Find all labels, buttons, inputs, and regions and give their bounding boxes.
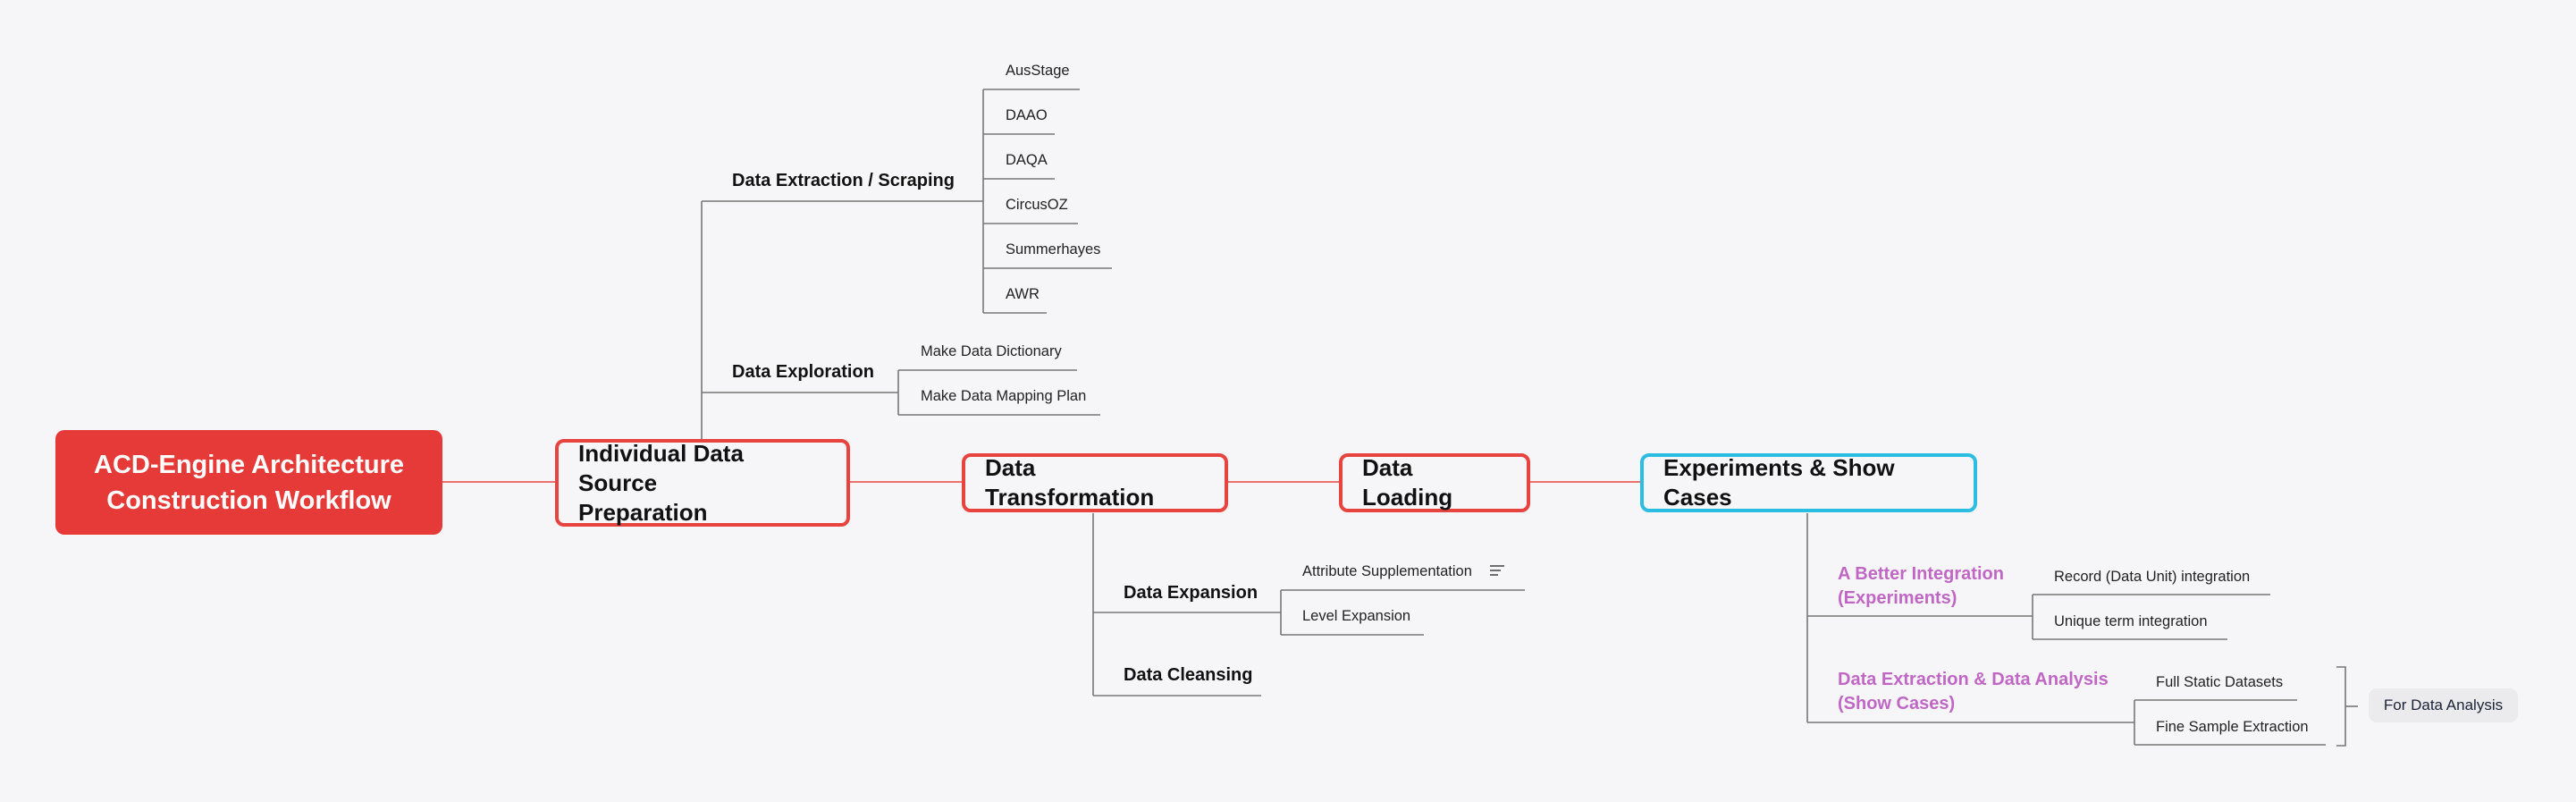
source-item[interactable]: DAAO (1006, 107, 1048, 124)
integration-item[interactable]: Unique term integration (2054, 613, 2208, 630)
topic-label-line1: Data Extraction & Data Analysis (1838, 670, 2109, 689)
notes-icon[interactable] (1490, 563, 1505, 580)
analysis-item[interactable]: Full Static Datasets (2156, 674, 2283, 691)
source-item[interactable]: CircusOZ (1006, 197, 1068, 214)
stage-label: Data Transformation (985, 454, 1155, 511)
summary-for-data-analysis[interactable]: For Data Analysis (2369, 688, 2518, 722)
topic-data-extraction-scraping[interactable]: Data Extraction / Scraping (732, 171, 955, 191)
stage-data-transformation[interactable]: Data Transformation (962, 453, 1228, 512)
topic-data-cleansing[interactable]: Data Cleansing (1124, 665, 1252, 686)
topic-label-line2: (Experiments) (1838, 588, 1957, 608)
root-label-line1: ACD-Engine Architecture (94, 450, 404, 479)
source-item[interactable]: Summerhayes (1006, 241, 1100, 258)
topic-data-exploration[interactable]: Data Exploration (732, 362, 874, 383)
root-node[interactable]: ACD-Engine Architecture Construction Wor… (55, 430, 442, 535)
topic-data-expansion[interactable]: Data Expansion (1124, 583, 1258, 604)
source-item[interactable]: AWR (1006, 286, 1040, 303)
integration-item[interactable]: Record (Data Unit) integration (2054, 569, 2250, 586)
stage-label: Experiments & Show Cases (1663, 454, 1895, 511)
stage-data-loading[interactable]: Data Loading (1339, 453, 1530, 512)
exploration-item[interactable]: Make Data Dictionary (921, 343, 1062, 360)
stage-individual-data-source-preparation[interactable]: Individual Data Source Preparation (555, 439, 850, 527)
source-item[interactable]: AusStage (1006, 63, 1070, 80)
expansion-item[interactable]: Attribute Supplementation (1302, 563, 1505, 580)
topic-label-line2: (Show Cases) (1838, 694, 1956, 713)
source-item[interactable]: DAQA (1006, 152, 1048, 169)
stage-label-line2: Preparation (578, 498, 708, 526)
topic-better-integration[interactable]: A Better Integration (Experiments) (1838, 562, 2004, 611)
topic-label-line1: A Better Integration (1838, 564, 2004, 584)
stage-label: Data Loading (1362, 454, 1453, 511)
topic-data-extraction-analysis[interactable]: Data Extraction & Data Analysis (Show Ca… (1838, 668, 2109, 716)
summary-bracket (2336, 666, 2346, 747)
analysis-item[interactable]: Fine Sample Extraction (2156, 719, 2309, 736)
stage-experiments-show-cases[interactable]: Experiments & Show Cases (1640, 453, 1977, 512)
root-label-line2: Construction Workflow (106, 485, 391, 515)
exploration-item[interactable]: Make Data Mapping Plan (921, 388, 1086, 405)
expansion-item-label: Attribute Supplementation (1302, 563, 1472, 579)
expansion-item[interactable]: Level Expansion (1302, 608, 1410, 625)
stage-label-line1: Individual Data Source (578, 439, 744, 496)
